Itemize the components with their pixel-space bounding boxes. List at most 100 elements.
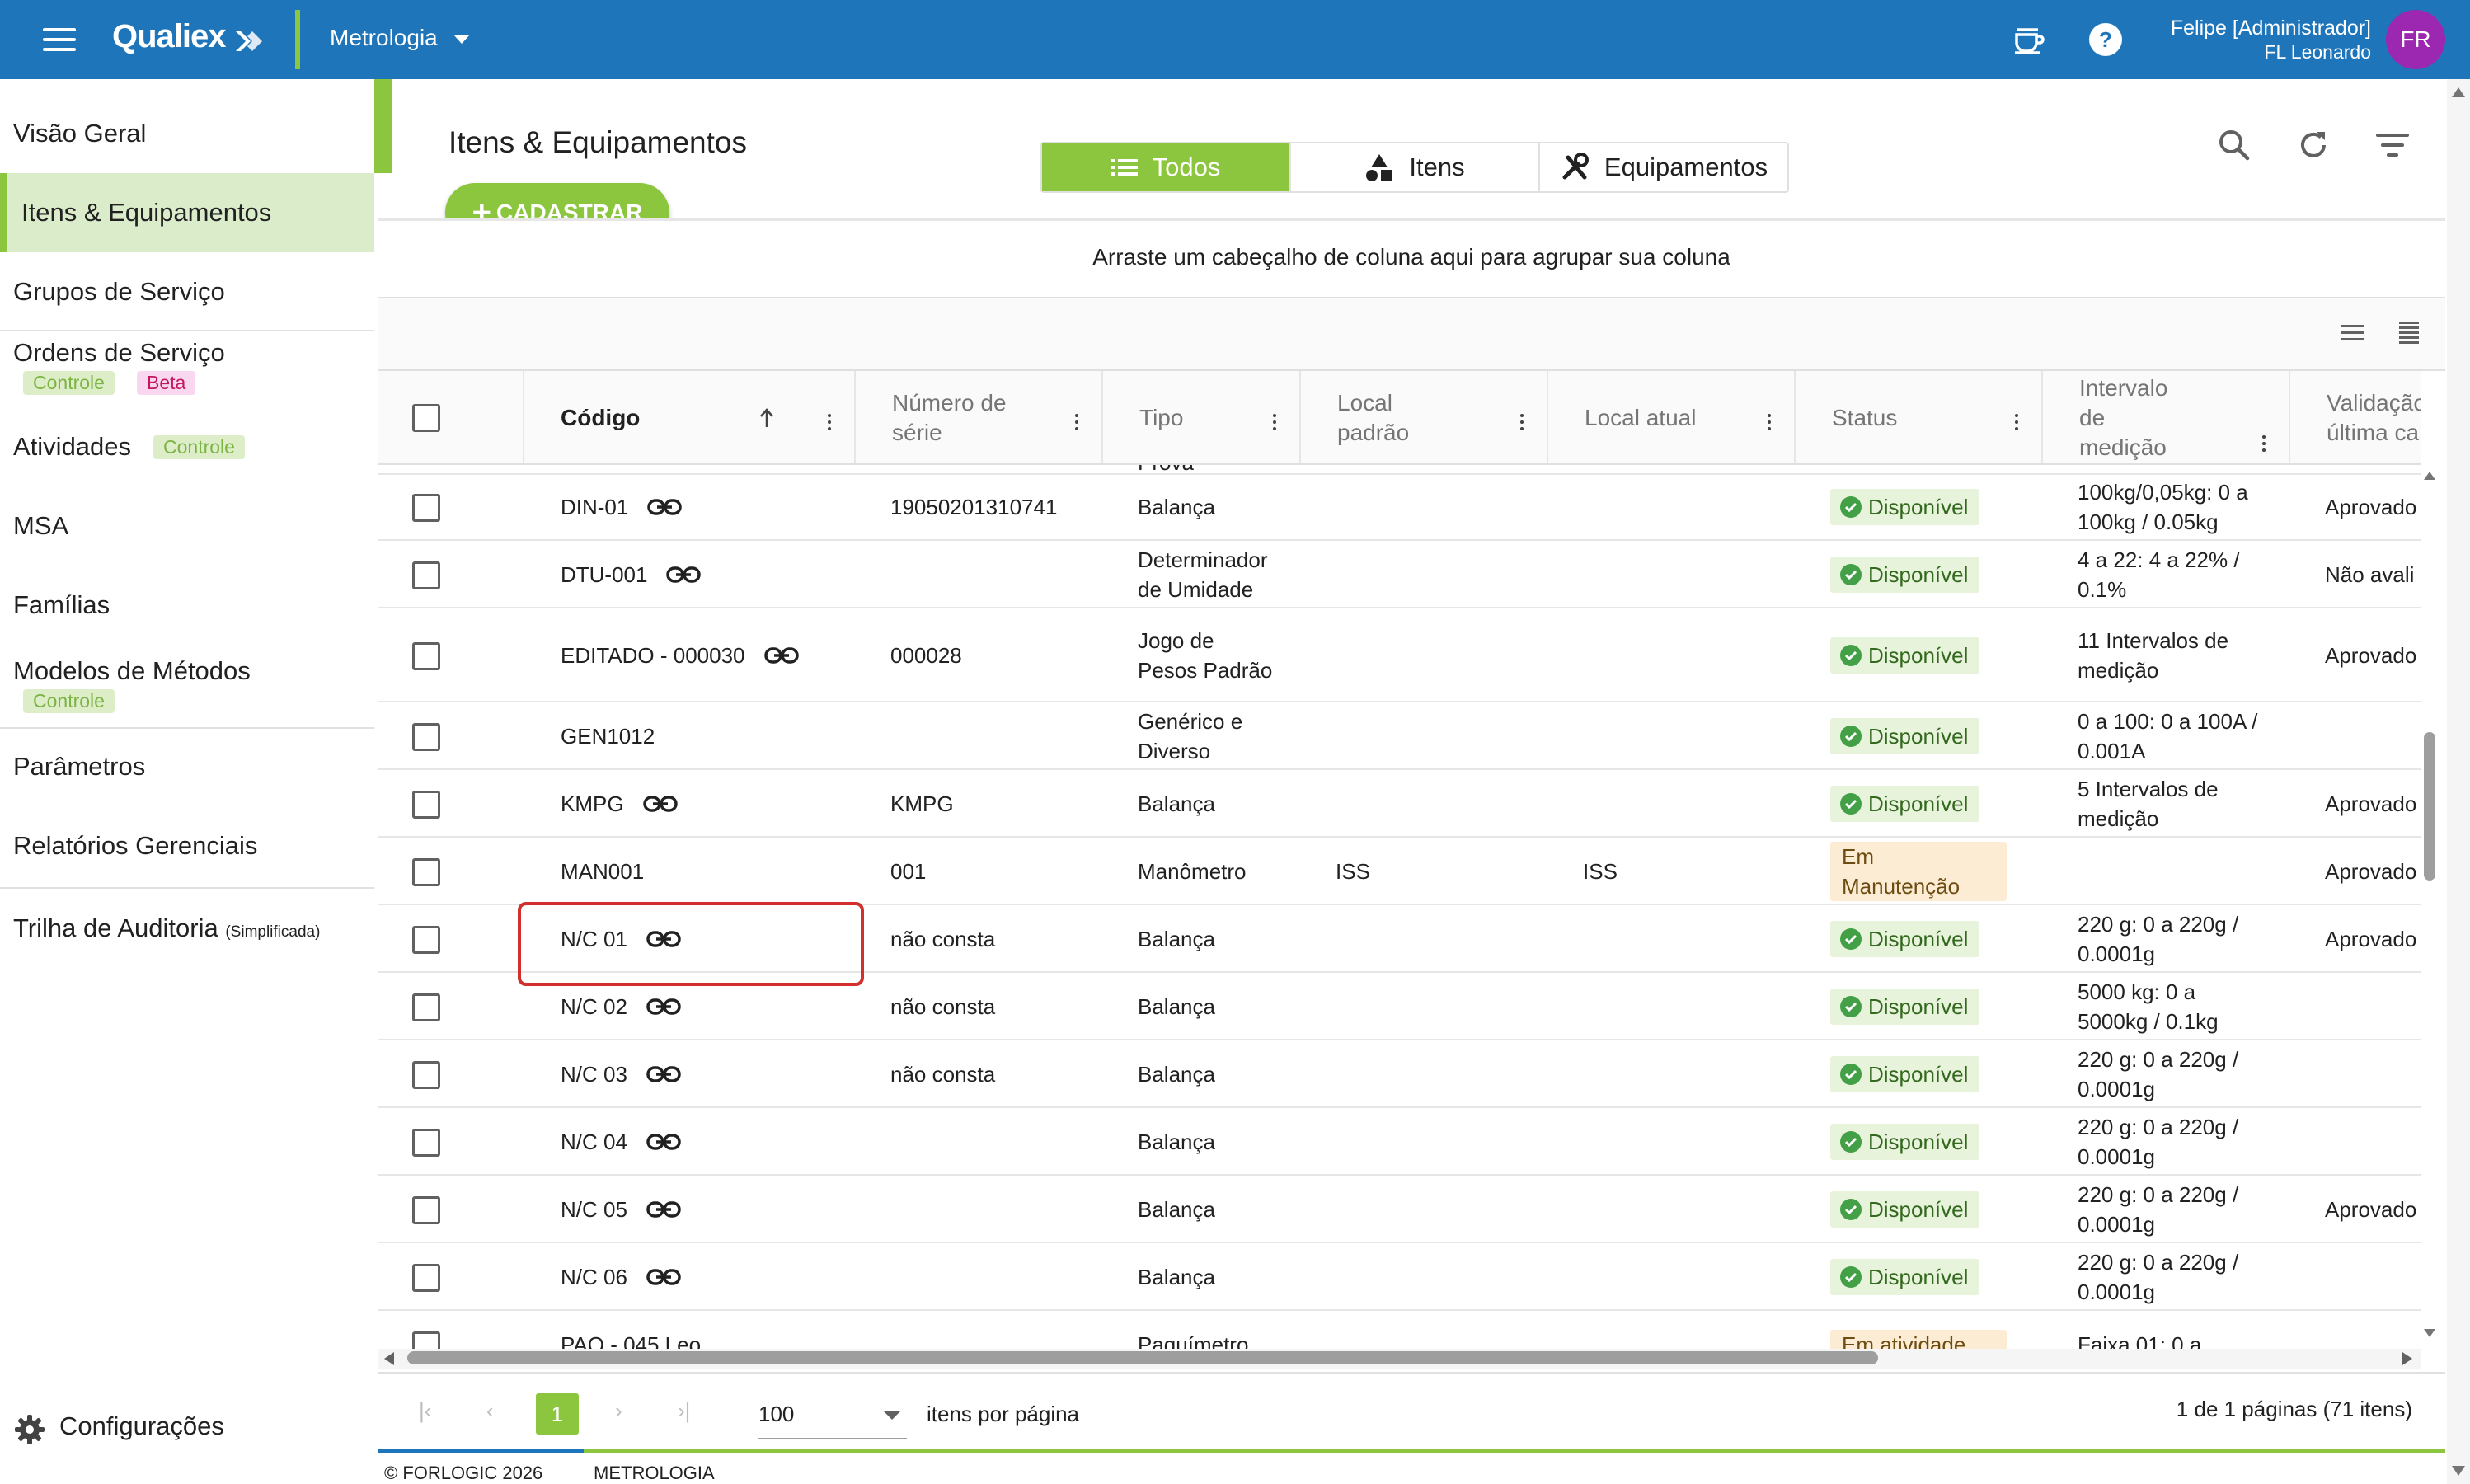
search-icon[interactable] (2214, 125, 2254, 165)
sidebar-item-relatorios[interactable]: Relatórios Gerenciais (0, 824, 374, 874)
avatar[interactable]: FR (2386, 10, 2445, 69)
tab-todos[interactable]: Todos (1042, 143, 1291, 191)
row-checkbox[interactable] (412, 1129, 440, 1157)
table-row[interactable]: DTU-001 Determinador de Umidade Disponível… (378, 542, 2421, 608)
row-checkbox[interactable] (412, 858, 440, 886)
help-icon[interactable]: ? (2087, 21, 2124, 58)
table-row[interactable]: DIN-01 19050201310741 Balança Disponível 100… (378, 475, 2421, 541)
tab-equipamentos[interactable]: Equipamentos (1540, 143, 1787, 191)
cell-code[interactable]: EDITADO - 000030 (561, 610, 857, 701)
column-header-status[interactable]: Status (1796, 371, 2043, 463)
column-header-codigo[interactable]: Código (524, 371, 856, 463)
link-icon[interactable] (642, 794, 679, 814)
row-checkbox[interactable] (412, 642, 440, 670)
menu-icon[interactable] (43, 28, 76, 51)
sidebar-item-atividades[interactable]: Atividades Controle (0, 425, 374, 475)
sidebar-item-ordens-servico[interactable]: Ordens de Serviço Controle Beta (0, 338, 374, 404)
column-header-tipo[interactable]: Tipo (1103, 371, 1301, 463)
tab-itens[interactable]: Itens (1291, 143, 1540, 191)
user-name[interactable]: Felipe [Administrador] (2171, 16, 2371, 40)
refresh-icon[interactable] (2294, 125, 2333, 165)
sidebar-item-itens-equipamentos[interactable]: Itens & Equipamentos (0, 173, 374, 252)
sort-ascending-icon[interactable] (758, 407, 775, 429)
table-row[interactable]: GEN1012 Genérico e Diverso Disponível 0 a 1… (378, 704, 2421, 770)
sidebar-item-parametros[interactable]: Parâmetros (0, 745, 374, 795)
density-compact-icon[interactable] (2396, 320, 2422, 346)
row-checkbox[interactable] (412, 723, 440, 751)
cell-code[interactable]: DIN-01 (561, 475, 857, 539)
cell-code[interactable]: GEN1012 (561, 704, 857, 768)
module-selector[interactable]: Metrologia (330, 25, 438, 51)
sidebar-item-trilha-auditoria[interactable]: Trilha de Auditoria (Simplificada) (0, 907, 374, 956)
app-logo[interactable]: Qualiex (112, 18, 227, 55)
horizontal-scroll-thumb[interactable] (407, 1351, 1878, 1364)
sidebar-item-familias[interactable]: Famílias (0, 584, 374, 633)
row-checkbox[interactable] (412, 993, 440, 1021)
sidebar-item-grupos-servico[interactable]: Grupos de Serviço (0, 270, 374, 320)
row-checkbox[interactable] (412, 494, 440, 522)
page-number-current[interactable]: 1 (536, 1393, 579, 1435)
cell-code[interactable]: N/C 06 (561, 1245, 857, 1309)
table-row-partial[interactable]: Prova (378, 465, 2421, 475)
row-checkbox[interactable] (412, 1061, 440, 1089)
table-row[interactable]: PAQ - 045 Leo Paquímetro Em atividade Faixa… (378, 1313, 2421, 1352)
link-icon[interactable] (665, 565, 702, 585)
table-row[interactable]: N/C 03 não consta Balança Disponível 220 g: … (378, 1042, 2421, 1108)
grid-scroll-up-icon[interactable] (2424, 472, 2435, 480)
grid-scroll-down-icon[interactable] (2424, 1329, 2435, 1337)
first-page-icon[interactable]: |‹ (419, 1398, 431, 1424)
link-icon[interactable] (763, 646, 800, 665)
column-header-local-padrao[interactable]: Local padrão (1301, 371, 1548, 463)
table-row[interactable]: KMPG KMPG Balança Disponível 5 Intervalos de… (378, 772, 2421, 838)
link-icon[interactable] (646, 1267, 682, 1287)
chevron-down-icon[interactable] (453, 35, 470, 44)
table-row[interactable]: MAN001 001 Manômetro ISS ISS Em Manutenção Apr… (378, 839, 2421, 905)
table-row[interactable]: N/C 05 Balança Disponível 220 g: 0 a 220g /… (378, 1177, 2421, 1243)
page-scroll-down-icon[interactable] (2452, 1466, 2465, 1476)
page-scroll-up-icon[interactable] (2452, 87, 2465, 97)
column-header-validacao[interactable]: Validação última ca (2290, 371, 2421, 463)
column-menu-icon[interactable] (2262, 435, 2266, 452)
link-icon[interactable] (646, 1064, 682, 1084)
row-checkbox[interactable] (412, 1264, 440, 1292)
coffee-cup-icon[interactable] (2010, 21, 2046, 58)
per-page-select[interactable]: 100 (758, 1393, 907, 1439)
cell-code[interactable]: DTU-001 (561, 542, 857, 607)
cell-code[interactable]: PAQ - 045 Leo (561, 1313, 857, 1352)
prev-page-icon[interactable]: ‹ (486, 1398, 494, 1424)
sidebar-item-modelos-metodos[interactable]: Modelos de Métodos Controle (0, 656, 374, 726)
link-icon[interactable] (646, 1132, 682, 1152)
column-menu-icon[interactable] (2015, 414, 2018, 430)
row-checkbox[interactable] (412, 791, 440, 819)
scroll-left-icon[interactable] (384, 1352, 394, 1365)
cell-code[interactable]: N/C 03 (561, 1042, 857, 1106)
table-row[interactable]: N/C 04 Balança Disponível 220 g: 0 a 220g /… (378, 1110, 2421, 1176)
sidebar-item-visao-geral[interactable]: Visão Geral (0, 112, 374, 162)
group-by-panel[interactable]: Arraste um cabeçalho de coluna aqui para… (378, 218, 2445, 298)
column-header-numero-serie[interactable]: Número de série (856, 371, 1103, 463)
scroll-right-icon[interactable] (2402, 1352, 2412, 1365)
cell-code[interactable]: KMPG (561, 772, 857, 836)
density-comfortable-icon[interactable] (2340, 322, 2366, 345)
last-page-icon[interactable]: ›| (678, 1398, 690, 1424)
link-icon[interactable] (646, 1200, 682, 1219)
sidebar-item-msa[interactable]: MSA (0, 505, 374, 554)
grid-vertical-scroll-thumb[interactable] (2424, 732, 2435, 881)
filter-icon[interactable] (2373, 125, 2412, 165)
table-row[interactable]: EDITADO - 000030 000028 Jogo de Pesos Padr… (378, 610, 2421, 702)
link-icon[interactable] (646, 497, 683, 517)
row-checkbox[interactable] (412, 926, 440, 954)
column-menu-icon[interactable] (1075, 414, 1078, 430)
column-header-intervalo[interactable]: Intervalo de medição (2043, 371, 2290, 463)
column-menu-icon[interactable] (1520, 414, 1524, 430)
page-vertical-scrollbar[interactable] (2447, 79, 2470, 1484)
column-menu-icon[interactable] (1273, 414, 1276, 430)
column-header-local-atual[interactable]: Local atual (1548, 371, 1796, 463)
row-checkbox[interactable] (412, 1196, 440, 1224)
table-row[interactable]: N/C 06 Balança Disponível 220 g: 0 a 220g /… (378, 1245, 2421, 1311)
cell-code[interactable]: MAN001 (561, 839, 857, 904)
row-checkbox[interactable] (412, 561, 440, 589)
select-all-checkbox[interactable] (412, 404, 440, 432)
column-menu-icon[interactable] (1768, 414, 1771, 430)
column-menu-icon[interactable] (828, 414, 831, 430)
